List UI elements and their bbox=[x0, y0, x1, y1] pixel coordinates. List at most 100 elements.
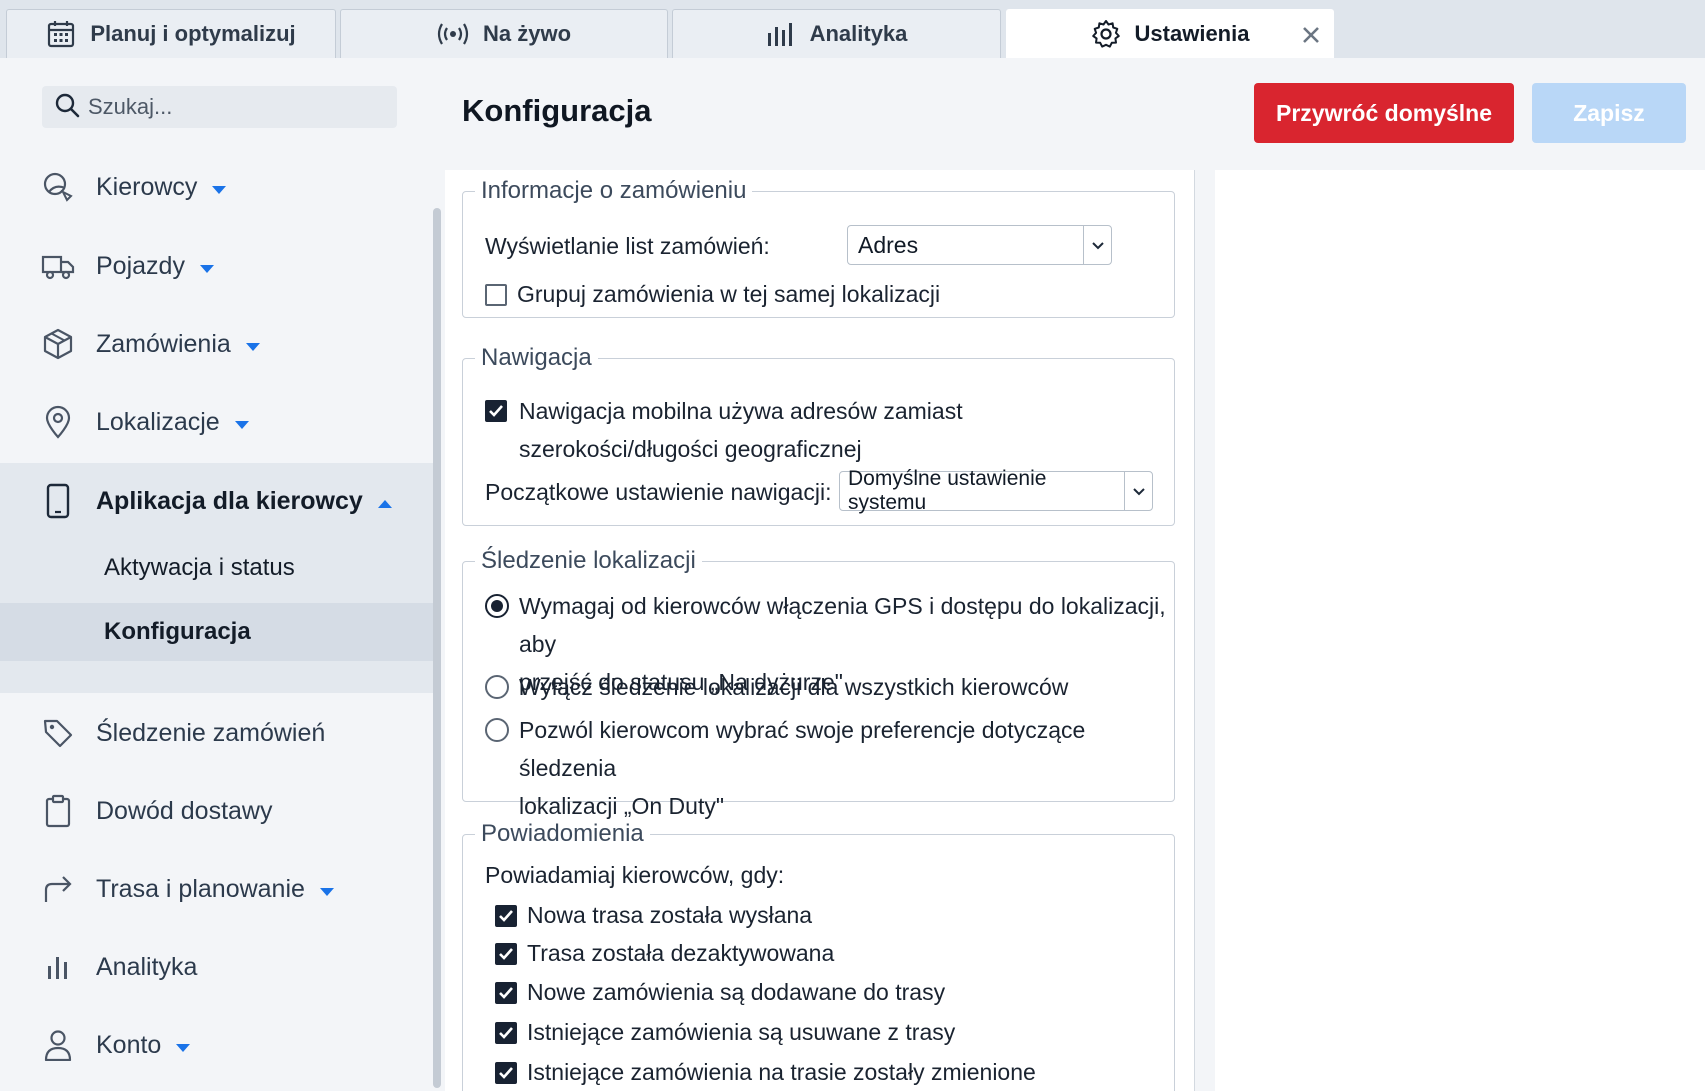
group-orders-row[interactable]: Grupuj zamówienia w tej samej lokalizacj… bbox=[485, 281, 940, 308]
tracking-option-driver-choice[interactable]: Pozwól kierowcom wybrać swoje preferencj… bbox=[485, 711, 1174, 825]
sidebar-subitem-configuration[interactable]: Konfiguracja bbox=[0, 603, 434, 661]
tab-label: Analityka bbox=[809, 21, 908, 46]
notification-option[interactable]: Nowe zamówienia są dodawane do trasy bbox=[495, 979, 945, 1006]
reset-defaults-button[interactable]: Przywróć domyślne bbox=[1254, 83, 1514, 143]
sidebar: Kierowcy Pojazdy Zamówienia Lokalizacje … bbox=[0, 58, 441, 1091]
tab-analytics[interactable]: Analityka bbox=[672, 9, 1001, 58]
search-box bbox=[42, 86, 397, 128]
sidebar-item-drivers[interactable]: Kierowcy bbox=[0, 156, 434, 218]
sidebar-item-proof-of-delivery[interactable]: Dowód dostawy bbox=[0, 780, 434, 842]
group-orders-checkbox[interactable] bbox=[485, 283, 507, 306]
sidebar-item-label: Dowód dostawy bbox=[96, 796, 273, 825]
group-orders-label: Grupuj zamówienia w tej samej lokalizacj… bbox=[517, 281, 941, 307]
notification-checkbox[interactable] bbox=[495, 942, 517, 965]
sidebar-item-analytics[interactable]: Analityka bbox=[0, 936, 434, 998]
tab-plan-optimize[interactable]: Planuj i optymalizuj bbox=[6, 9, 336, 58]
sidebar-item-label: Śledzenie zamówień bbox=[96, 718, 326, 747]
route-arrow-icon bbox=[40, 871, 76, 907]
checkmark-icon bbox=[499, 1026, 513, 1039]
notification-checkbox[interactable] bbox=[495, 904, 517, 927]
tracking-option-label: Pozwól kierowcom wybrać swoje preferencj… bbox=[519, 711, 1174, 825]
sidebar-item-label: Konto bbox=[96, 1030, 162, 1059]
right-panel bbox=[1215, 170, 1705, 1091]
checkmark-icon bbox=[499, 986, 513, 999]
chevron-down-icon bbox=[175, 1031, 191, 1060]
sidebar-scrollbar[interactable] bbox=[433, 208, 441, 1088]
initial-nav-label: Początkowe ustawienie nawigacji: bbox=[485, 479, 832, 505]
search-icon bbox=[54, 92, 80, 123]
section-legend: Śledzenie lokalizacji bbox=[481, 547, 696, 574]
notification-checkbox[interactable] bbox=[495, 1061, 517, 1084]
chevron-down-icon bbox=[319, 875, 335, 904]
tab-label: Planuj i optymalizuj bbox=[90, 21, 296, 46]
label-line: lokalizacji „On Duty" bbox=[519, 793, 725, 819]
chevron-down-icon bbox=[1124, 472, 1152, 510]
sidebar-item-label: Zamówienia bbox=[96, 329, 231, 358]
sidebar-item-order-tracking[interactable]: Śledzenie zamówień bbox=[0, 702, 434, 764]
user-icon bbox=[40, 1027, 76, 1063]
order-list-display-row: Wyświetlanie list zamówień: bbox=[485, 233, 770, 260]
tracking-option-disable[interactable]: Wyłącz śledzenie lokalizacji dla wszystk… bbox=[485, 668, 1068, 706]
clipboard-icon bbox=[40, 793, 76, 829]
chevron-down-icon bbox=[1083, 226, 1111, 264]
label-line: Wymagaj od kierowców włączenia GPS i dos… bbox=[519, 593, 1166, 657]
search-input[interactable] bbox=[88, 94, 388, 120]
select-value: Domyślne ustawienie systemu bbox=[848, 467, 1047, 514]
chevron-down-icon bbox=[211, 173, 227, 202]
initial-nav-row: Początkowe ustawienie nawigacji: bbox=[485, 479, 831, 506]
initial-nav-select[interactable]: Domyślne ustawienie systemu bbox=[839, 467, 1153, 514]
mobile-nav-address-checkbox[interactable] bbox=[485, 400, 507, 422]
analytics-icon bbox=[40, 949, 76, 985]
sidebar-subitem-activation-status[interactable]: Aktywacja i status bbox=[0, 539, 434, 597]
truck-icon bbox=[40, 248, 76, 284]
tab-label: Ustawienia bbox=[1134, 21, 1250, 46]
notification-label: Trasa została dezaktywowana bbox=[527, 940, 835, 966]
notifications-section: Powiadomienia Powiadamiaj kierowców, gdy… bbox=[462, 820, 1175, 1091]
save-button[interactable]: Zapisz bbox=[1532, 83, 1686, 143]
select-value: Adres bbox=[858, 231, 919, 258]
sidebar-item-orders[interactable]: Zamówienia bbox=[0, 313, 434, 375]
sidebar-item-locations[interactable]: Lokalizacje bbox=[0, 391, 434, 453]
sidebar-subitem-label: Konfiguracja bbox=[104, 618, 251, 645]
notification-option[interactable]: Trasa została dezaktywowana bbox=[495, 940, 834, 967]
notification-label: Nowe zamówienia są dodawane do trasy bbox=[527, 979, 946, 1005]
tab-live[interactable]: Na żywo bbox=[340, 9, 668, 58]
notification-label: Nowa trasa została wysłana bbox=[527, 902, 813, 928]
tab-settings[interactable]: Ustawienia bbox=[1006, 9, 1334, 58]
section-legend: Nawigacja bbox=[481, 344, 592, 371]
sidebar-item-label: Kierowcy bbox=[96, 172, 198, 201]
checkmark-icon bbox=[499, 1066, 513, 1079]
notifications-intro-label: Powiadamiaj kierowców, gdy: bbox=[485, 862, 785, 888]
gear-icon bbox=[1091, 19, 1121, 49]
radio-require-gps[interactable] bbox=[485, 594, 509, 618]
sidebar-item-label: Trasa i planowanie bbox=[96, 874, 305, 903]
checkmark-icon bbox=[499, 947, 513, 960]
bar-chart-icon bbox=[766, 21, 796, 47]
phone-icon bbox=[40, 483, 76, 519]
close-icon[interactable] bbox=[1299, 23, 1323, 47]
sidebar-item-route-planning[interactable]: Trasa i planowanie bbox=[0, 858, 434, 920]
notification-checkbox[interactable] bbox=[495, 981, 517, 1004]
live-signal-icon bbox=[437, 21, 469, 47]
sidebar-item-account[interactable]: Konto bbox=[0, 1014, 434, 1076]
sidebar-item-label: Analityka bbox=[96, 952, 198, 981]
notification-checkbox[interactable] bbox=[495, 1021, 517, 1044]
sidebar-item-vehicles[interactable]: Pojazdy bbox=[0, 235, 434, 297]
notification-option[interactable]: Nowa trasa została wysłana bbox=[495, 902, 812, 929]
driver-icon bbox=[40, 169, 76, 205]
mobile-nav-address-row[interactable]: Nawigacja mobilna używa adresów zamiast … bbox=[485, 392, 963, 468]
notification-option[interactable]: Istniejące zamówienia są usuwane z trasy bbox=[495, 1019, 955, 1046]
sidebar-item-driver-app[interactable]: Aplikacja dla kierowcy bbox=[0, 470, 434, 532]
notification-option[interactable]: Istniejące zamówienia na trasie zostały … bbox=[495, 1059, 1036, 1086]
chevron-down-icon bbox=[199, 252, 215, 281]
order-info-section: Informacje o zamówieniu Wyświetlanie lis… bbox=[462, 177, 1175, 318]
tab-label: Na żywo bbox=[482, 21, 572, 46]
tag-icon bbox=[40, 715, 76, 751]
checkmark-icon bbox=[499, 909, 513, 922]
radio-driver-choice[interactable] bbox=[485, 718, 509, 742]
notification-label: Istniejące zamówienia na trasie zostały … bbox=[527, 1059, 1036, 1085]
radio-disable-tracking[interactable] bbox=[485, 675, 509, 699]
section-legend: Powiadomienia bbox=[481, 820, 644, 847]
chevron-down-icon bbox=[234, 408, 250, 437]
order-list-display-select[interactable]: Adres bbox=[847, 225, 1112, 265]
